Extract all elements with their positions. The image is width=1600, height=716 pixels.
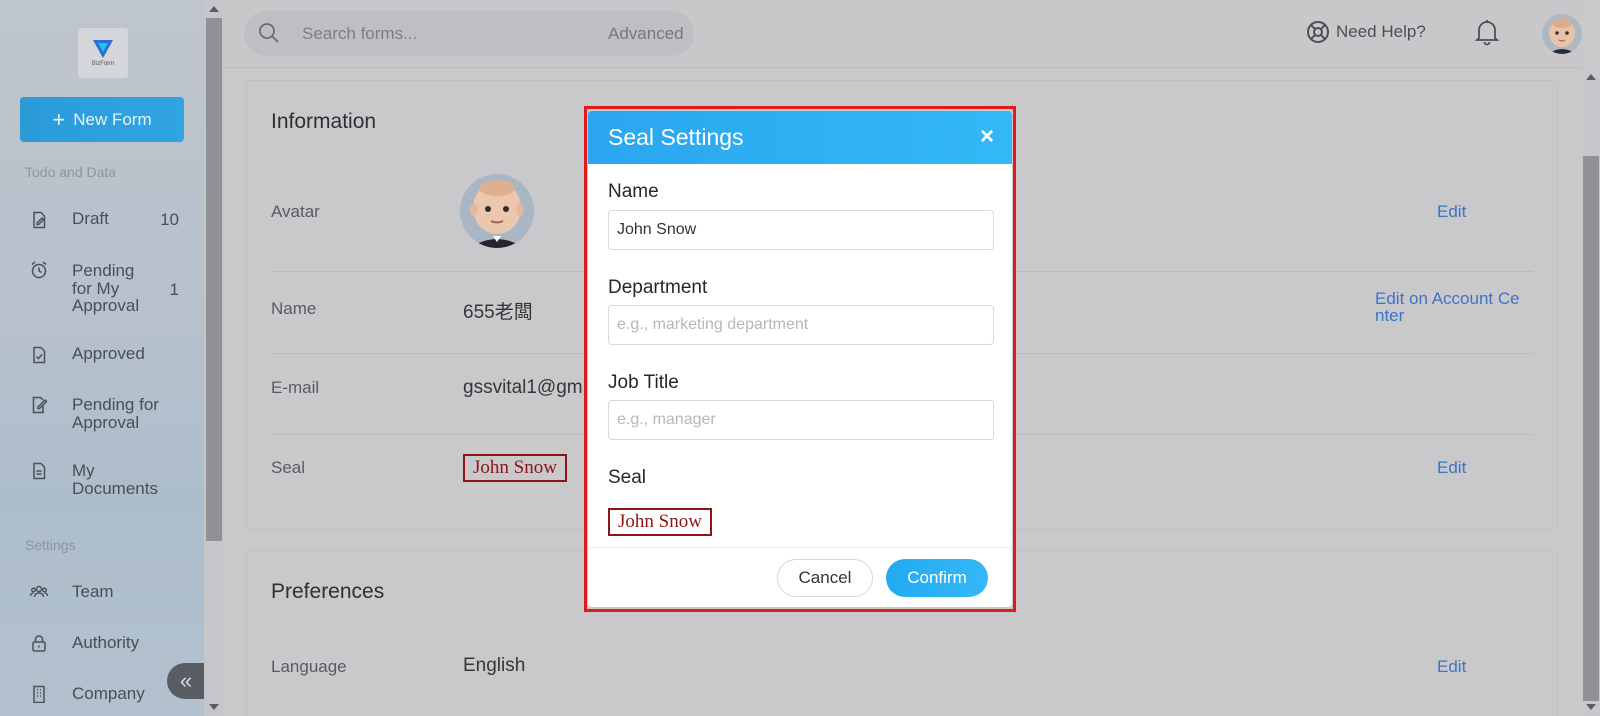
edit-on-account-center-link[interactable]: Edit on Account Center: [1375, 290, 1525, 324]
confirm-button[interactable]: Confirm: [886, 559, 988, 597]
sidebar-item-pending-approval[interactable]: Pending for Approval: [0, 396, 204, 452]
advanced-search-link[interactable]: Advanced: [608, 24, 684, 44]
double-chevron-left-icon: «: [179, 668, 193, 693]
pending-my-approval-count: 1: [169, 280, 179, 299]
new-form-button[interactable]: + New Form: [20, 97, 184, 142]
name-field-label: Name: [608, 181, 659, 202]
avatar-label: Avatar: [271, 202, 320, 221]
bell-icon[interactable]: [1474, 18, 1500, 46]
top-header: Advanced Need Help?: [224, 0, 1582, 68]
language-label: Language: [271, 657, 347, 676]
team-icon: [29, 583, 49, 601]
bizform-logo-icon: [93, 40, 113, 58]
lock-icon: [30, 634, 48, 652]
edit-seal-link[interactable]: Edit: [1437, 458, 1466, 478]
department-field-label: Department: [608, 277, 708, 298]
approved-doc-icon: [30, 346, 48, 364]
lifebuoy-icon: [1307, 21, 1329, 43]
draft-icon: [30, 211, 48, 229]
seal-label: Seal: [271, 458, 306, 477]
alarm-icon: [30, 261, 48, 279]
cancel-button[interactable]: Cancel: [777, 559, 873, 597]
sidebar-item-label: Company: [72, 684, 145, 703]
need-help-label: Need Help?: [1336, 22, 1426, 41]
app-logo[interactable]: BizForm: [78, 28, 128, 78]
search-bar: Advanced: [244, 11, 694, 56]
todo-section-label: Todo and Data: [25, 164, 117, 180]
main-scroll-up-icon[interactable]: [1586, 74, 1596, 80]
job-title-field-label: Job Title: [608, 372, 679, 393]
documents-icon: [30, 462, 48, 480]
sidebar-item-label: My Documents: [72, 461, 158, 498]
user-avatar[interactable]: [1542, 14, 1582, 54]
sidebar: BizForm + New Form Todo and Data Draft 1…: [0, 0, 205, 716]
new-form-label: New Form: [73, 109, 152, 129]
sidebar-item-label: Team: [72, 582, 114, 601]
language-value: English: [463, 655, 526, 676]
seal-stamp: John Snow: [463, 454, 567, 482]
sidebar-item-label: Pending for Approval: [72, 395, 159, 432]
edit-language-link[interactable]: Edit: [1437, 657, 1466, 677]
department-field[interactable]: [608, 305, 994, 345]
sidebar-item-draft[interactable]: Draft 10: [0, 210, 204, 246]
main-scrollbar-thumb[interactable]: [1583, 156, 1599, 701]
sidebar-scroll-up-icon[interactable]: [209, 6, 219, 12]
sidebar-item-approved[interactable]: Approved: [0, 345, 204, 381]
name-label: Name: [271, 299, 317, 318]
main-scroll-down-icon[interactable]: [1586, 704, 1596, 710]
draft-count: 10: [160, 210, 179, 229]
job-title-field[interactable]: [608, 400, 994, 440]
edit-doc-icon: [30, 396, 48, 414]
collapse-sidebar-button[interactable]: «: [167, 663, 205, 699]
sidebar-item-team[interactable]: Team: [0, 583, 204, 619]
modal-header: Seal Settings ×: [588, 111, 1012, 164]
sidebar-item-label: Approved: [72, 344, 145, 363]
sidebar-scroll-down-icon[interactable]: [209, 704, 219, 710]
modal-title: Seal Settings: [608, 124, 744, 150]
close-icon[interactable]: ×: [980, 123, 994, 151]
email-label: E-mail: [271, 378, 320, 397]
need-help-button[interactable]: Need Help?: [1306, 20, 1426, 44]
modal-footer: Cancel Confirm: [588, 547, 1012, 607]
email-value: gssvital1@gm: [463, 377, 583, 398]
seal-field-label: Seal: [608, 467, 647, 488]
settings-section-label: Settings: [25, 537, 76, 553]
sidebar-scrollbar-thumb[interactable]: [206, 18, 222, 541]
seal-stamp: John Snow: [608, 508, 712, 536]
sidebar-item-my-documents[interactable]: My Documents: [0, 462, 204, 518]
plus-icon: +: [52, 106, 66, 132]
name-field[interactable]: [608, 210, 994, 250]
sidebar-item-label: Pending for My Approval: [72, 261, 140, 315]
profile-avatar: [460, 174, 534, 248]
building-icon: [30, 685, 48, 704]
seal-settings-dialog: Seal Settings × Name Department Job Titl…: [588, 111, 1012, 607]
seal-preview-modal: John Snow: [608, 508, 712, 536]
seal-preview: John Snow: [463, 454, 567, 482]
preferences-title: Preferences: [271, 580, 385, 603]
sidebar-item-label: Draft: [72, 209, 109, 228]
name-value: 655老闆: [463, 302, 533, 323]
logo-text: BizForm: [91, 61, 115, 67]
search-input[interactable]: [302, 21, 562, 47]
sidebar-item-authority[interactable]: Authority: [0, 634, 204, 670]
edit-avatar-link[interactable]: Edit: [1437, 202, 1466, 222]
search-icon[interactable]: [258, 22, 280, 44]
sidebar-item-label: Authority: [72, 633, 140, 652]
information-title: Information: [271, 110, 377, 133]
sidebar-item-pending-my-approval[interactable]: Pending for My Approval 1: [0, 261, 204, 318]
